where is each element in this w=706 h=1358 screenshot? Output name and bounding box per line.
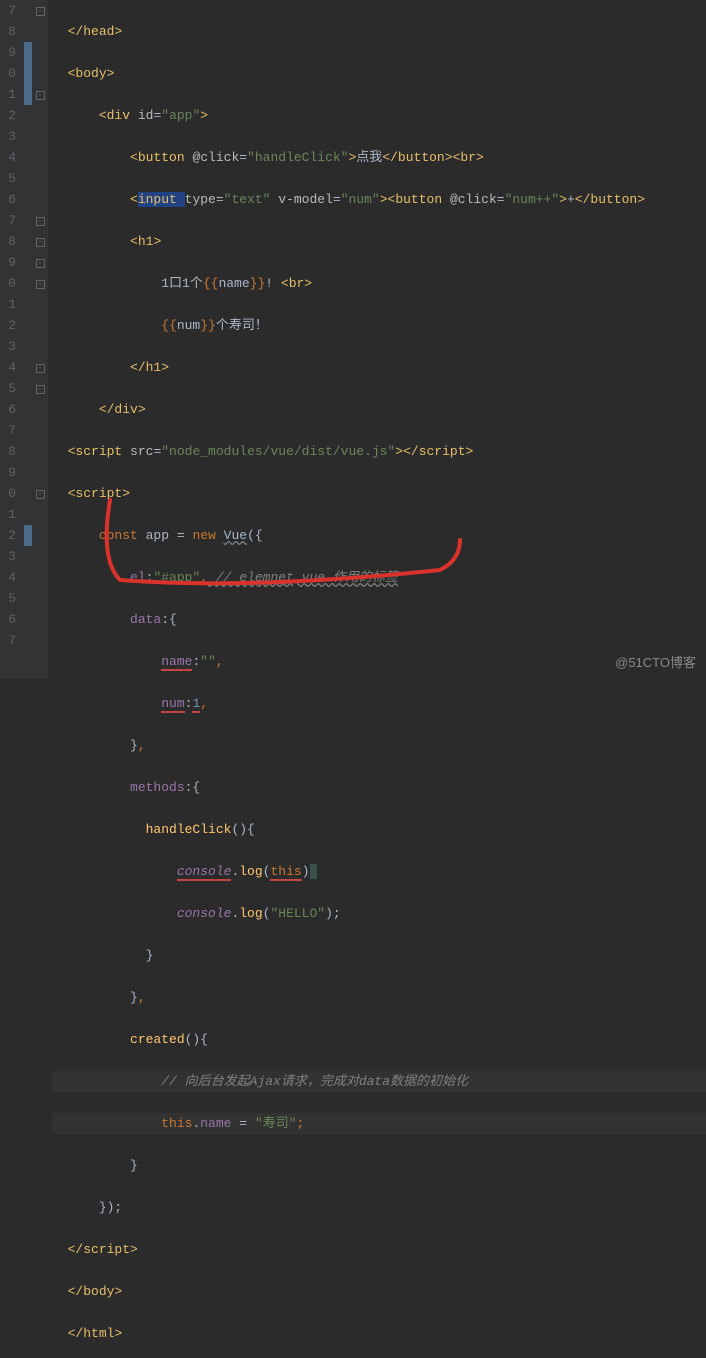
- fold-icon[interactable]: -: [36, 217, 45, 226]
- watermark: @51CTO博客: [615, 652, 696, 673]
- fold-icon[interactable]: -: [36, 385, 45, 394]
- fold-gutter[interactable]: - - - - - - - - -: [32, 0, 48, 679]
- fold-icon[interactable]: -: [36, 91, 45, 100]
- code-area[interactable]: </head> <body> <div id="app"> <button @c…: [48, 0, 706, 679]
- fold-icon[interactable]: -: [36, 238, 45, 247]
- line-number-gutter: 7 8 9 0 1 2 3 4 5 6 7 8 9 0 1 2 3 4 5 6 …: [0, 0, 24, 679]
- fold-icon[interactable]: -: [36, 490, 45, 499]
- fold-icon[interactable]: -: [36, 364, 45, 373]
- fold-icon[interactable]: -: [36, 280, 45, 289]
- change-marker-gutter: [24, 0, 32, 679]
- fold-icon[interactable]: -: [36, 7, 45, 16]
- fold-icon[interactable]: -: [36, 259, 45, 268]
- code-editor[interactable]: 7 8 9 0 1 2 3 4 5 6 7 8 9 0 1 2 3 4 5 6 …: [0, 0, 706, 679]
